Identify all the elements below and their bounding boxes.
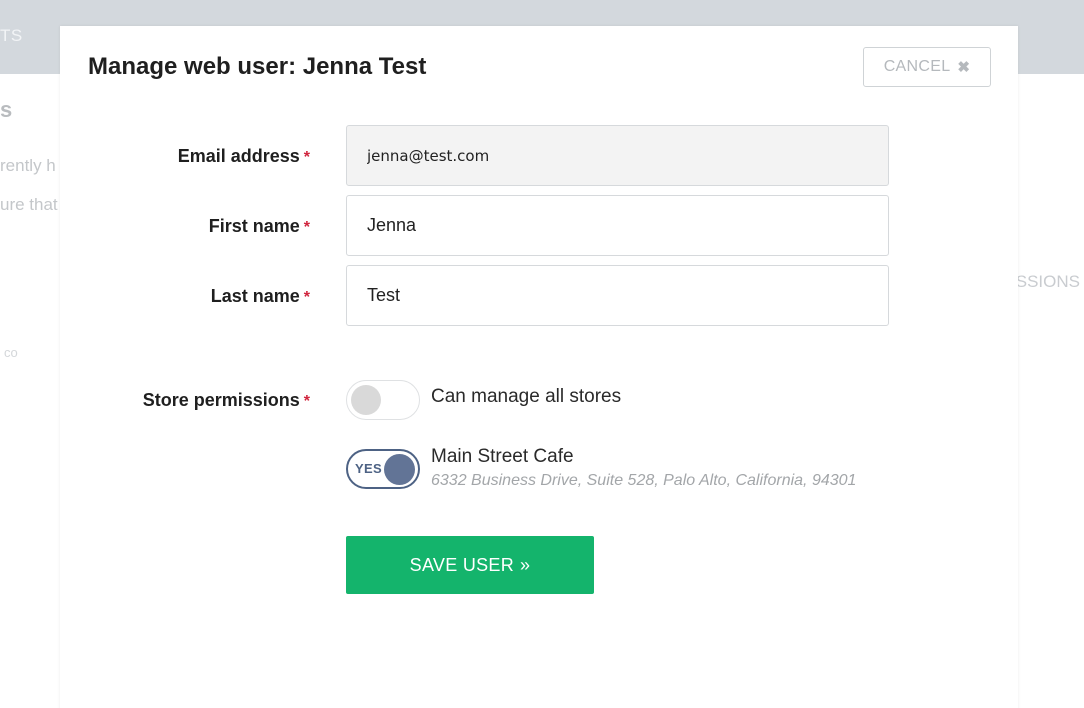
store-address: 6332 Business Drive, Suite 528, Palo Alt… [431, 472, 857, 489]
store-name: Main Street Cafe [431, 446, 574, 467]
save-user-label: SAVE USER [409, 554, 515, 575]
background-column-header: SSIONS [1015, 272, 1080, 291]
required-marker: * [303, 149, 310, 166]
cancel-button[interactable]: CANCEL ✖ [863, 47, 991, 87]
modal-title: Manage web user: Jenna Test [88, 53, 427, 80]
background-text-line: rently h [0, 156, 56, 175]
manage-user-modal: Manage web user: Jenna Test CANCEL ✖ Ema… [60, 26, 1018, 708]
double-chevron-right-icon: » [520, 554, 531, 575]
first-name-label-text: First name [208, 216, 300, 236]
email-label-text: Email address [177, 146, 300, 166]
store-permissions-label-text: Store permissions [142, 390, 300, 410]
first-name-label: First name * [209, 216, 310, 237]
manage-all-stores-label: Can manage all stores [431, 386, 622, 407]
store-permissions-label: Store permissions * [143, 390, 310, 411]
toggle-yes-text: YES [355, 461, 382, 476]
email-label: Email address * [178, 146, 310, 167]
manage-all-stores-toggle[interactable] [346, 380, 420, 420]
store-main-street-cafe-toggle[interactable]: YES [346, 449, 420, 489]
email-field[interactable] [346, 125, 889, 186]
background-nav-text: TS [0, 26, 23, 45]
background-text-line: ure that [0, 195, 58, 214]
last-name-label-text: Last name [210, 286, 300, 306]
background-small-text: co [4, 345, 18, 360]
toggle-knob [351, 385, 381, 415]
cancel-label: CANCEL [883, 58, 951, 75]
save-user-button[interactable]: SAVE USER » [346, 536, 594, 594]
required-marker: * [303, 219, 310, 236]
last-name-field[interactable] [346, 265, 889, 326]
required-marker: * [303, 393, 310, 410]
required-marker: * [303, 289, 310, 306]
last-name-label: Last name * [211, 286, 310, 307]
close-icon: ✖ [957, 59, 971, 76]
first-name-field[interactable] [346, 195, 889, 256]
toggle-knob [384, 454, 415, 485]
background-heading: s [0, 97, 13, 122]
